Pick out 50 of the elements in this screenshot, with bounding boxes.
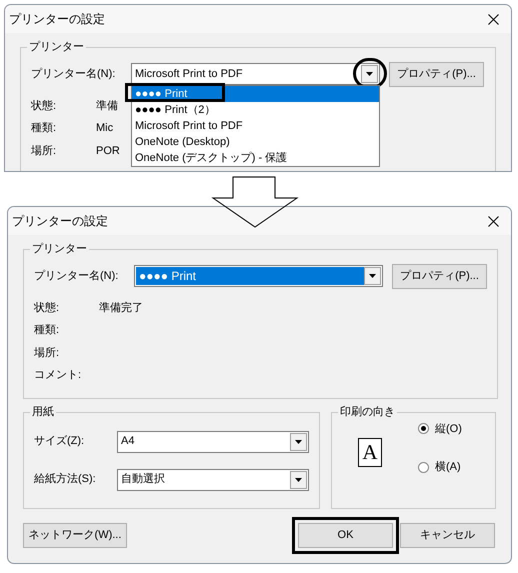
field-label: プリンター名(N): [34, 268, 120, 284]
dropdown-option[interactable]: OneNote (デスクトップ) - 保護 [132, 150, 379, 166]
close-icon[interactable] [488, 216, 499, 226]
radio-label: 横(A) [435, 460, 461, 475]
group-title: 印刷の向き [339, 405, 396, 420]
window-title: プリンターの設定 [9, 11, 105, 28]
group-title: プリンター [28, 40, 85, 55]
field-label: 状態: [31, 98, 58, 114]
caret-icon [369, 274, 376, 278]
field-value: 準備完了 [99, 300, 143, 316]
dialog-button[interactable]: ネットワーク(W)... [23, 523, 127, 548]
field-label: プリンター名(N): [31, 66, 116, 82]
dropdown-button[interactable] [364, 267, 381, 285]
dropdown-button[interactable] [361, 65, 378, 83]
field-label: 給紙方法(S): [34, 472, 97, 488]
window-title: プリンターの設定 [12, 213, 108, 230]
dropdown-field[interactable]: 自動選択 [117, 468, 309, 490]
group-title: 用紙 [31, 405, 55, 420]
dialog-button[interactable]: プロパティ(P)... [392, 264, 487, 288]
field-value: Mic [96, 121, 114, 136]
dropdown-field[interactable]: A4 [117, 430, 309, 452]
close-icon[interactable] [488, 14, 499, 24]
caret-icon [295, 478, 302, 482]
dropdown-option[interactable]: ●●●● Print（2） [132, 102, 379, 118]
radio-label: 縦(O) [435, 422, 462, 436]
field-label: 状態: [34, 300, 60, 316]
field-value: 準備 [96, 98, 118, 114]
field-label: コメント: [34, 368, 82, 383]
group-title: プリンター [31, 242, 88, 257]
dropdown-option[interactable]: ●●●● Print [132, 86, 379, 102]
icon-letter: A [362, 442, 378, 462]
dropdown-field[interactable]: Microsoft Print to PDF [131, 63, 380, 85]
caret-icon [366, 72, 373, 76]
dropdown-field[interactable]: ●●●● Print [134, 265, 383, 287]
dropdown-button[interactable] [290, 432, 307, 450]
dialog-button[interactable]: OK [298, 523, 393, 548]
field-label: 種類: [31, 121, 58, 136]
field-label: サイズ(Z): [34, 434, 86, 450]
field-label: 場所: [31, 144, 58, 158]
caret-icon [295, 440, 302, 444]
dialog-button[interactable]: プロパティ(P)... [389, 62, 484, 86]
field-label: 種類: [34, 323, 60, 338]
radio-button[interactable] [418, 462, 429, 473]
dialog-button[interactable]: キャンセル [400, 523, 495, 548]
field-value: POR [96, 144, 120, 158]
dropdown-option[interactable]: OneNote (Desktop) [132, 134, 379, 150]
field-label: 場所: [34, 346, 60, 360]
dropdown-button[interactable] [290, 470, 307, 488]
radio-button[interactable] [418, 423, 429, 434]
dropdown-option[interactable]: Microsoft Print to PDF [132, 118, 379, 134]
